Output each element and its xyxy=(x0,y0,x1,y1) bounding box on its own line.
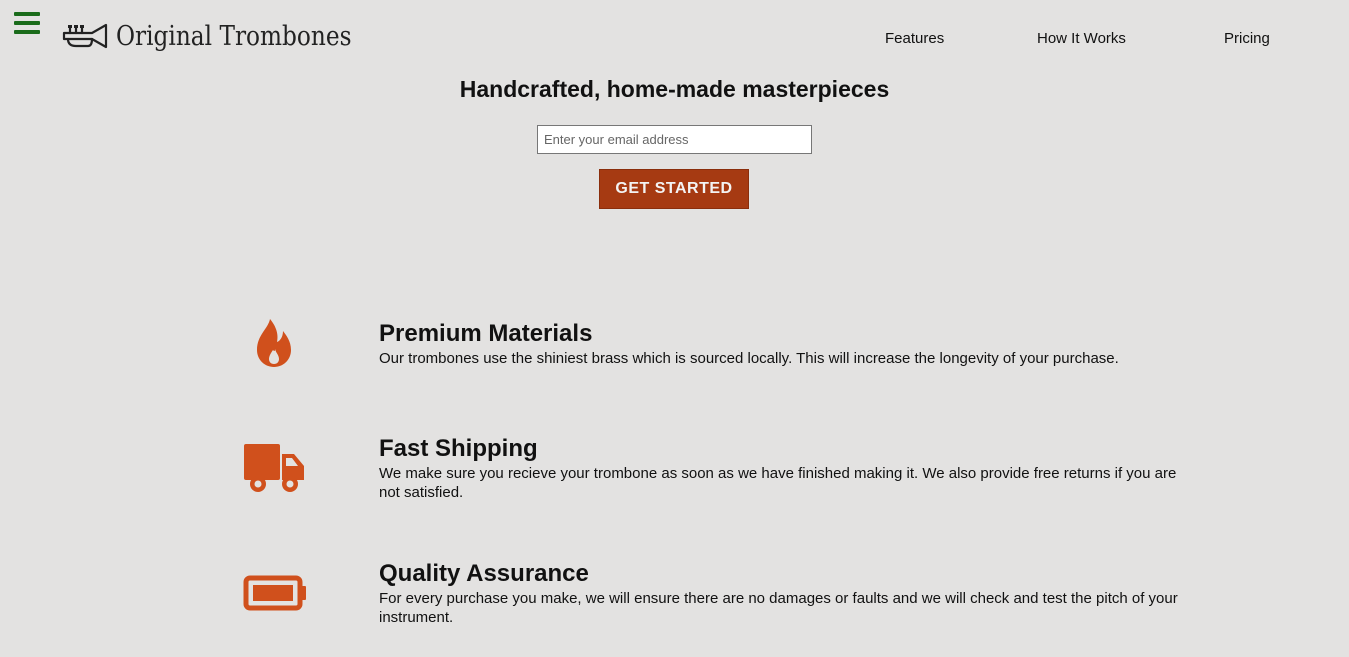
menu-bar xyxy=(14,21,40,25)
get-started-button[interactable]: GET STARTED xyxy=(599,169,749,209)
hero-title: Handcrafted, home-made masterpieces xyxy=(459,76,890,102)
nav-link-pricing[interactable]: Pricing xyxy=(1224,30,1270,47)
hamburger-menu-icon[interactable] xyxy=(14,12,40,34)
fire-icon xyxy=(257,319,291,367)
brand-name: Original Trombones xyxy=(116,20,352,52)
feature-title: Premium Materials xyxy=(379,320,593,347)
truck-icon xyxy=(244,444,304,492)
nav-link-how-it-works[interactable]: How It Works xyxy=(1037,30,1126,47)
feature-title: Fast Shipping xyxy=(379,435,538,462)
menu-bar xyxy=(14,12,40,16)
feature-title: Quality Assurance xyxy=(379,560,589,587)
trumpet-icon xyxy=(62,23,108,49)
feature-description: Our trombones use the shiniest brass whi… xyxy=(379,350,1119,367)
battery-icon xyxy=(243,575,306,611)
email-input[interactable] xyxy=(537,125,812,154)
feature-description: For every purchase you make, we will ens… xyxy=(379,590,1178,626)
menu-bar xyxy=(14,30,40,34)
nav-link-features[interactable]: Features xyxy=(885,30,944,47)
brand-logo[interactable]: Original Trombones xyxy=(62,18,390,54)
feature-description: We make sure you recieve your trombone a… xyxy=(379,465,1177,501)
